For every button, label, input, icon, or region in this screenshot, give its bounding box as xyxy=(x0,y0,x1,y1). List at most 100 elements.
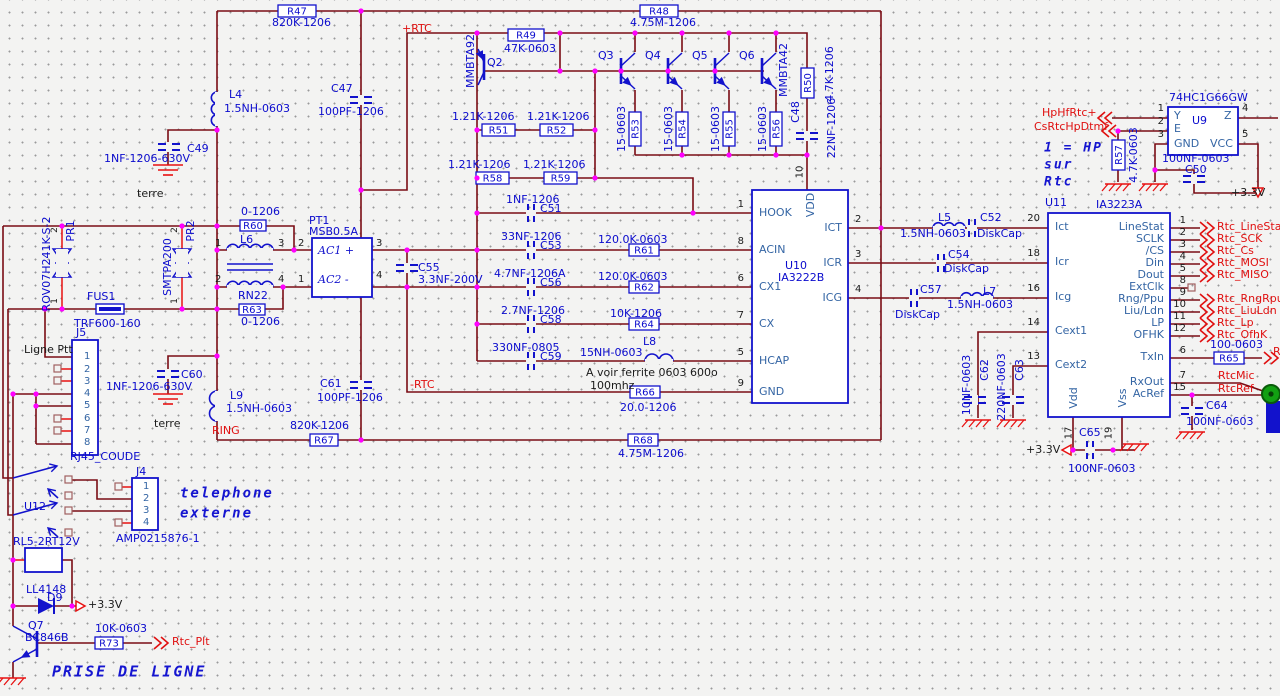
label-externe[interactable]: externe xyxy=(180,505,253,521)
label-15-0603[interactable]: 15-0603 xyxy=(662,106,675,152)
label-icr[interactable]: Icr xyxy=(1055,255,1069,268)
label-prise-de-ligne[interactable]: PRISE DE LIGNE xyxy=(52,662,206,680)
label-icg[interactable]: Icg xyxy=(1055,290,1071,303)
label-7[interactable]: 7 xyxy=(84,425,90,436)
resistor-R52[interactable]: R52 xyxy=(539,123,574,137)
label-l6[interactable]: L6 xyxy=(240,233,253,246)
label-c58[interactable]: C58 xyxy=(540,313,562,326)
label-ofhk[interactable]: OFHK xyxy=(1134,328,1165,341)
label-terre[interactable]: terre xyxy=(154,417,181,430)
label-rtcref[interactable]: RtcRef xyxy=(1218,382,1255,395)
label-14[interactable]: 14 xyxy=(1027,317,1040,328)
label-ia3222b[interactable]: IA3222B xyxy=(778,271,824,284)
label-4[interactable]: 4 xyxy=(278,274,284,285)
label-ia3223a[interactable]: IA3223A xyxy=(1096,198,1143,211)
label-l9[interactable]: L9 xyxy=(230,389,243,402)
label-telephone[interactable]: telephone xyxy=(180,485,274,501)
switch-blade[interactable] xyxy=(12,463,59,479)
label-q6[interactable]: Q6 xyxy=(739,49,755,62)
label-9[interactable]: 9 xyxy=(1180,287,1186,298)
label-c48[interactable]: C48 xyxy=(789,101,802,123)
label-1nf-1206-630v[interactable]: 1NF-1206-630V xyxy=(104,152,190,165)
label-2[interactable]: 2 xyxy=(1158,116,1164,127)
label-1[interactable]: 1 xyxy=(298,274,304,285)
label-terre[interactable]: terre xyxy=(137,187,164,200)
label-q4[interactable]: Q4 xyxy=(645,49,661,62)
label-r[interactable]: R xyxy=(1273,345,1280,358)
label-1nf-1206-630v[interactable]: 1NF-1206-630V xyxy=(106,380,192,393)
label-c59[interactable]: C59 xyxy=(540,350,562,363)
label-icg[interactable]: ICG xyxy=(823,291,842,304)
resistor-R53[interactable]: R53 xyxy=(628,111,642,147)
label-c65[interactable]: C65 xyxy=(1079,426,1101,439)
label-4[interactable]: 4 xyxy=(1180,251,1186,262)
label-acref[interactable]: AcRef xyxy=(1133,387,1165,400)
label-9[interactable]: 9 xyxy=(738,378,744,389)
label-5[interactable]: 5 xyxy=(1180,263,1186,274)
label-0-1206[interactable]: 0-1206 xyxy=(241,315,280,328)
label-msb0-5a[interactable]: MSB0.5A xyxy=(309,225,359,238)
label-3[interactable]: 3 xyxy=(278,238,284,249)
label-ict[interactable]: ICT xyxy=(824,221,842,234)
label-c54[interactable]: C54 xyxy=(948,248,970,261)
label-0-1206[interactable]: 0-1206 xyxy=(241,205,280,218)
label-4-7k-1206[interactable]: 4.7K-1206 xyxy=(823,46,836,102)
label-7[interactable]: 7 xyxy=(1180,370,1186,381)
resistor-R58[interactable]: R58 xyxy=(475,171,510,185)
label-1-5nh-0603[interactable]: 1.5NH-0603 xyxy=(947,298,1013,311)
label-1[interactable]: 1 xyxy=(170,298,180,304)
label-u12[interactable]: U12 xyxy=(24,500,46,513)
label-pr2[interactable]: PR2 xyxy=(184,220,197,241)
label-rtc-plt[interactable]: Rtc_Plt xyxy=(172,635,210,648)
label-vcc[interactable]: VCC xyxy=(1210,137,1233,150)
label-10k-1206[interactable]: 10K-1206 xyxy=(610,307,662,320)
resistor-R67[interactable]: R67 xyxy=(309,433,339,447)
label-2[interactable]: 2 xyxy=(215,274,221,285)
label-rtc[interactable]: -RTC xyxy=(410,378,435,391)
label-3[interactable]: 3 xyxy=(143,505,149,516)
label-ac1[interactable]: AC1 + xyxy=(317,244,354,257)
label-1-5nh-0603[interactable]: 1.5NH-0603 xyxy=(900,227,966,240)
label-1[interactable]: 1 xyxy=(50,298,60,304)
label-3-3v[interactable]: +3.3V xyxy=(88,598,123,611)
label-j4[interactable]: J4 xyxy=(135,465,146,478)
label-c62[interactable]: C62 xyxy=(978,359,991,381)
label-3[interactable]: 3 xyxy=(1158,129,1164,140)
label-4[interactable]: 4 xyxy=(376,270,382,281)
resistor-R68[interactable]: R68 xyxy=(627,433,659,447)
label-4[interactable]: 4 xyxy=(84,388,90,399)
label-1-21k-1206[interactable]: 1.21K-1206 xyxy=(448,158,511,171)
label-1-hp[interactable]: 1 = HP xyxy=(1044,141,1103,156)
label-gnd[interactable]: GND xyxy=(1174,137,1199,150)
label-d9[interactable]: D9 xyxy=(47,591,62,604)
label-1-5nh-0603[interactable]: 1.5NH-0603 xyxy=(226,402,292,415)
label-sur[interactable]: sur xyxy=(1044,158,1073,173)
label-q2[interactable]: Q2 xyxy=(487,56,503,69)
label-17[interactable]: 17 xyxy=(1064,427,1075,440)
label-8[interactable]: 8 xyxy=(84,437,90,448)
label-2[interactable]: 2 xyxy=(50,227,60,233)
label-ring[interactable]: RING xyxy=(212,424,240,437)
label-txin[interactable]: TxIn xyxy=(1140,350,1164,363)
label-hphfrtc[interactable]: HpHfRtc+ xyxy=(1042,106,1097,119)
label-rl5-2rt12v[interactable]: RL5-2RT12V xyxy=(13,535,80,548)
label-820k-1206[interactable]: 820K-1206 xyxy=(272,16,331,29)
label-rtc-miso[interactable]: Rtc_MISO xyxy=(1217,268,1269,281)
label-22nf-1206[interactable]: 22NF-1206 xyxy=(825,98,838,159)
label-5[interactable]: 5 xyxy=(84,400,90,411)
label-2[interactable]: 2 xyxy=(170,227,180,233)
label-l7[interactable]: L7 xyxy=(983,285,996,298)
label-c47[interactable]: C47 xyxy=(331,82,353,95)
label-8[interactable]: 8 xyxy=(738,236,744,247)
label-pr1[interactable]: PR1 xyxy=(64,220,77,241)
resistor-R65[interactable]: R65 xyxy=(1213,351,1245,365)
label-rtc[interactable]: Rtc xyxy=(1044,175,1073,190)
label-7[interactable]: 7 xyxy=(738,310,744,321)
label-3-3nf-200v[interactable]: 3.3NF-200V xyxy=(418,273,483,286)
label-c51[interactable]: C51 xyxy=(540,202,562,215)
label-15nh-0603[interactable]: 15NH-0603 xyxy=(580,346,642,359)
resistor-R59[interactable]: R59 xyxy=(543,171,578,185)
label-rtcmic[interactable]: RtcMic xyxy=(1218,369,1255,382)
label-3[interactable]: 3 xyxy=(855,249,861,260)
label-5[interactable]: 5 xyxy=(1242,129,1248,140)
